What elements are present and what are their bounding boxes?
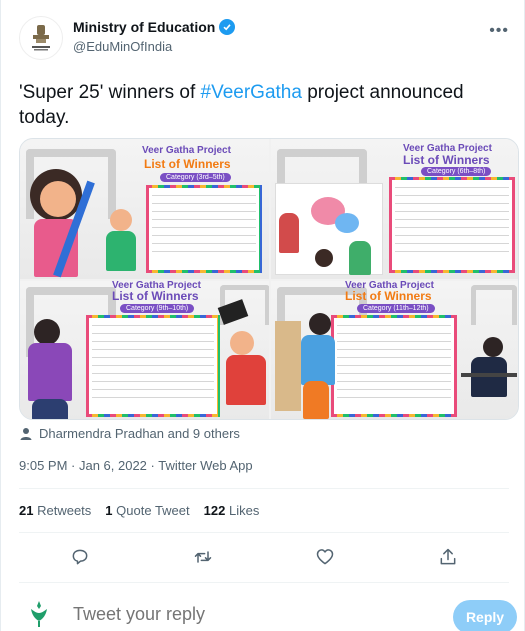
student-legs: [32, 399, 68, 419]
student-body: [226, 355, 266, 405]
user-logo-icon: [31, 601, 47, 627]
artist-body: [301, 335, 335, 385]
media-image-4[interactable]: Veer Gatha Project List of Winners Categ…: [271, 281, 518, 419]
like-heart-icon[interactable]: [308, 540, 342, 574]
tweet-header: Ministry of Education @EduMinOfIndia •••: [19, 16, 509, 60]
girl-face: [40, 181, 76, 217]
student-head: [230, 331, 254, 355]
tweet-container: Ministry of Education @EduMinOfIndia •••…: [0, 0, 525, 631]
quotes-label: Quote Tweet: [116, 503, 190, 518]
boy-face: [110, 209, 132, 231]
reply-button[interactable]: Reply: [453, 600, 517, 631]
media-image-1[interactable]: Veer Gatha Project List of Winners Categ…: [20, 139, 269, 279]
person-icon: [20, 427, 32, 440]
tweet-timestamp[interactable]: 9:05 PM · Jan 6, 2022 · Twitter Web App: [19, 458, 253, 473]
liked-by-row[interactable]: Dharmendra Pradhan and 9 others: [19, 426, 240, 441]
share-icon[interactable]: [431, 540, 465, 574]
reply-input[interactable]: [73, 604, 413, 625]
child-head: [315, 249, 333, 267]
reader-head: [483, 337, 503, 357]
boy-body: [106, 231, 136, 271]
retweets-label: Retweets: [37, 503, 92, 518]
tile-subtitle: List of Winners: [112, 289, 199, 303]
tweet-text-start: 'Super 25' winners of: [19, 82, 201, 103]
liked-by-text[interactable]: Dharmendra Pradhan and 9 others: [39, 426, 240, 441]
monument-illustration: [471, 285, 517, 325]
winners-table: [331, 315, 457, 417]
divider: [19, 532, 509, 533]
verified-badge-icon: [219, 19, 236, 35]
tile-category: Category (11th–12th): [357, 304, 435, 313]
paint-splash: [335, 213, 359, 233]
retweets-stat[interactable]: 21 Retweets: [19, 503, 91, 518]
more-options-icon[interactable]: •••: [489, 22, 509, 40]
tile-category: Category (3rd–5th): [160, 173, 231, 182]
child-painter: [349, 241, 371, 275]
reader-body: [471, 357, 507, 397]
likes-label: Likes: [228, 503, 260, 518]
tweet-actions-bar: [19, 540, 509, 574]
author-handle[interactable]: @EduMinOfIndia: [73, 39, 172, 54]
tile-subtitle: List of Winners: [345, 289, 432, 303]
tile-category: Category (9th–10th): [120, 304, 195, 313]
tweet-text: 'Super 25' winners of #VeerGatha project…: [19, 80, 509, 130]
retweet-icon[interactable]: [186, 540, 220, 574]
likes-count: 122: [203, 503, 226, 518]
retweets-count: 21: [19, 503, 34, 518]
likes-stat[interactable]: 122 Likes: [204, 503, 260, 518]
divider: [19, 582, 509, 583]
media-grid: Veer Gatha Project List of Winners Categ…: [19, 138, 519, 420]
artist-head: [309, 313, 331, 335]
media-image-2[interactable]: Veer Gatha Project List of Winners Categ…: [271, 139, 518, 279]
tile-title: Veer Gatha Project: [142, 145, 231, 156]
author-avatar[interactable]: [19, 16, 63, 60]
author-name[interactable]: Ministry of Education: [73, 19, 215, 35]
reply-icon[interactable]: [63, 540, 97, 574]
winners-table: [146, 185, 262, 273]
quote-tweets-stat[interactable]: 1 Quote Tweet: [105, 503, 189, 518]
tile-subtitle: List of Winners: [144, 157, 231, 171]
tile-category: Category (6th–8th): [421, 167, 492, 176]
winners-table: [86, 315, 220, 417]
emblem-icon: [32, 25, 50, 51]
engagement-stats: 21 Retweets 1 Quote Tweet 122 Likes: [19, 503, 259, 518]
student-head: [34, 319, 60, 345]
current-user-avatar[interactable]: [19, 599, 59, 631]
student-body: [28, 343, 72, 401]
artist-skirt: [303, 381, 329, 419]
media-image-3[interactable]: Veer Gatha Project List of Winners Categ…: [20, 281, 269, 419]
winners-table: [389, 177, 515, 273]
hashtag-link[interactable]: #VeerGatha: [201, 82, 302, 103]
child-painter: [279, 213, 299, 253]
tile-subtitle: List of Winners: [403, 153, 490, 167]
quotes-count: 1: [105, 503, 113, 518]
divider: [19, 488, 509, 489]
easel-illustration: [275, 321, 301, 411]
desk-illustration: [461, 373, 517, 377]
